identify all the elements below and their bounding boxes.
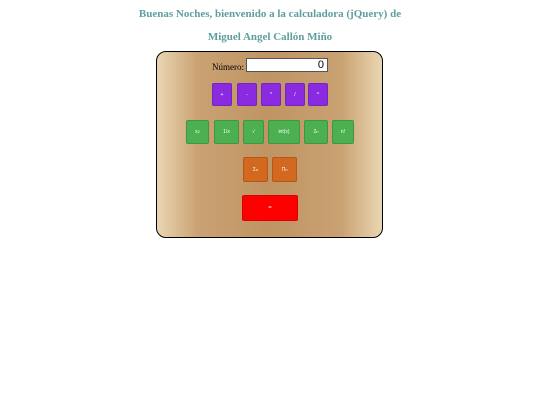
number-label: Número: (212, 62, 244, 72)
summation-button[interactable]: Σn (243, 157, 268, 182)
welcome-heading: Buenas Noches, bienvenido a la calculado… (138, 8, 402, 20)
multiply-button[interactable]: * (261, 83, 281, 106)
equals-button[interactable]: = (242, 195, 298, 221)
calculator-panel: Número: 0 + - * / ^ x2 1/x √ int(x) 2n n… (156, 51, 383, 238)
power-button[interactable]: ^ (308, 83, 328, 106)
product-button[interactable]: Πn (272, 157, 297, 182)
number-input[interactable]: 0 (246, 58, 328, 72)
divide-button[interactable]: / (285, 83, 305, 106)
factorial-button[interactable]: n! (332, 120, 354, 144)
add-button[interactable]: + (212, 83, 232, 106)
sqrt-button[interactable]: √ (243, 120, 264, 144)
int-button[interactable]: int(x) (268, 120, 300, 144)
reciprocal-button[interactable]: 1/x (214, 120, 239, 144)
power-of-two-button[interactable]: 2n (304, 120, 328, 144)
subtract-button[interactable]: - (237, 83, 257, 106)
square-button[interactable]: x2 (186, 120, 209, 144)
author-heading: Miguel Angel Callón Miño (207, 31, 333, 43)
